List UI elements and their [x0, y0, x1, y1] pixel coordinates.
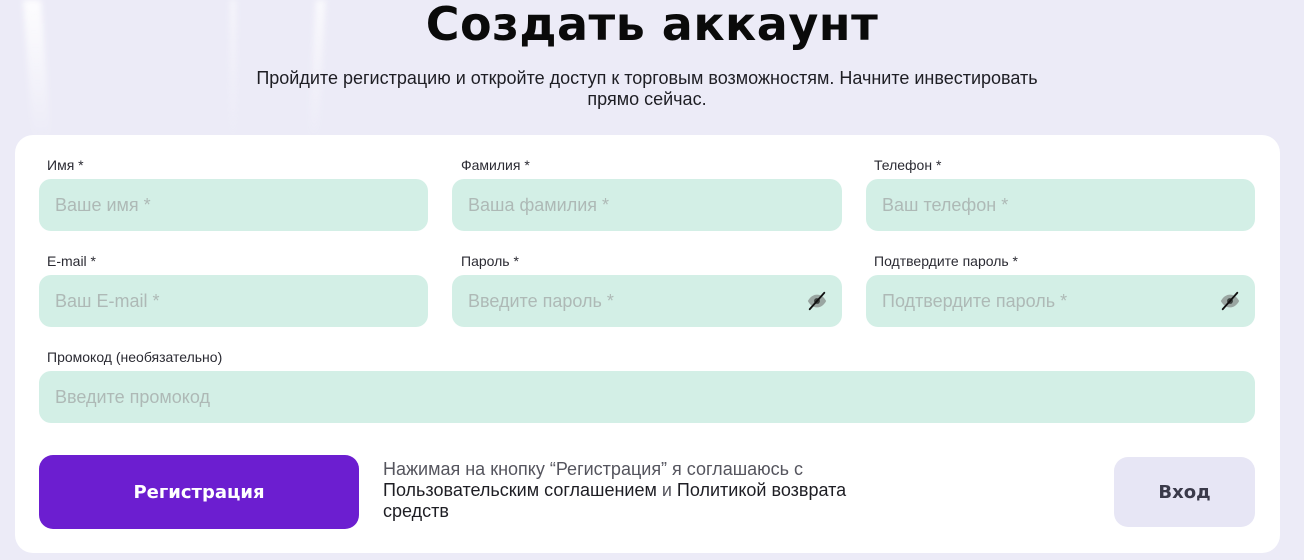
last-name-input[interactable]: [452, 179, 842, 231]
login-button[interactable]: Вход: [1114, 457, 1255, 527]
first-name-label: Имя *: [47, 157, 84, 173]
terms-link[interactable]: Пользовательским соглашением: [383, 480, 657, 500]
phone-label: Телефон *: [874, 157, 942, 173]
promo-label: Промокод (необязательно): [47, 349, 223, 365]
email-field-wrapper: [39, 275, 428, 327]
confirm-password-input[interactable]: [866, 275, 1255, 327]
page-subtitle: Пройдите регистрацию и откройте доступ к…: [256, 68, 1038, 109]
phone-input[interactable]: [866, 179, 1255, 231]
confirm-password-field-wrapper: [866, 275, 1255, 327]
last-name-field-wrapper: [452, 179, 842, 231]
eye-off-icon[interactable]: [1219, 290, 1241, 312]
agreement-text: Нажимая на кнопку “Регистрация” я соглаш…: [383, 459, 847, 521]
phone-field-wrapper: [866, 179, 1255, 231]
confirm-password-label: Подтвердите пароль *: [874, 253, 1019, 269]
first-name-input[interactable]: [39, 179, 428, 231]
register-button[interactable]: Регистрация: [39, 455, 359, 529]
email-label: E-mail *: [47, 253, 97, 269]
page-title: Создать аккаунт: [425, 0, 879, 51]
password-label: Пароль *: [461, 253, 519, 269]
registration-form-card: Имя * Фамилия * Телефон * E-mail * Парол…: [15, 135, 1280, 553]
eye-off-icon[interactable]: [806, 290, 828, 312]
first-name-field-wrapper: [39, 179, 428, 231]
email-input[interactable]: [39, 275, 428, 327]
password-field-wrapper: [452, 275, 842, 327]
last-name-label: Фамилия *: [461, 157, 530, 173]
password-input[interactable]: [452, 275, 842, 327]
promo-input[interactable]: [39, 371, 1255, 423]
promo-field-wrapper: [39, 371, 1255, 423]
